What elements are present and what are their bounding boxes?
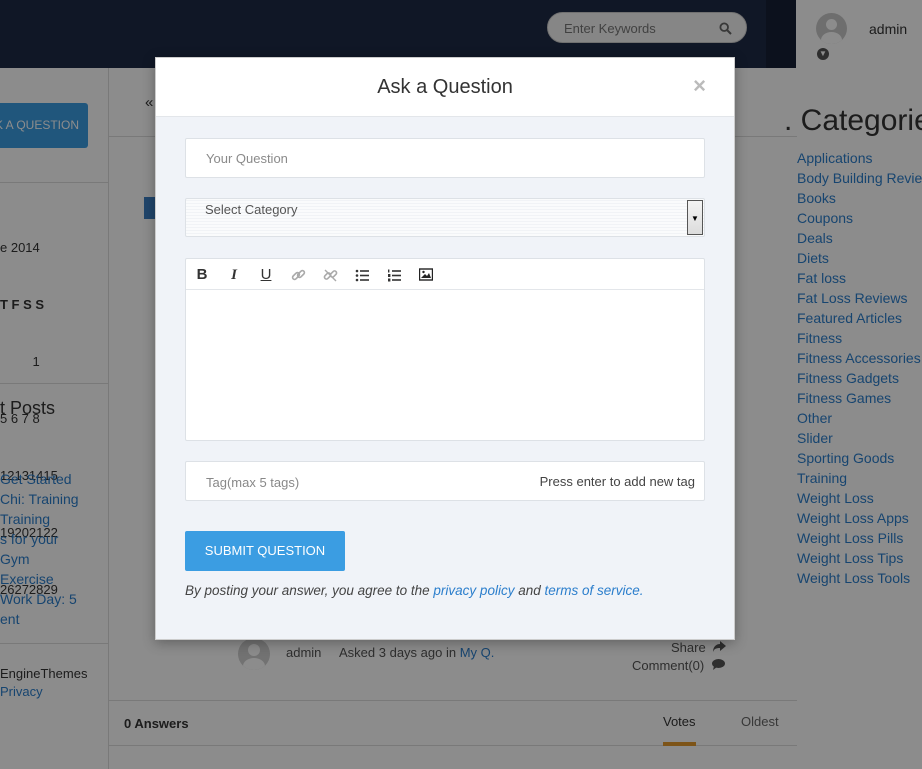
editor-toolbar: B I U [186,259,704,290]
category-select-value: Select Category [205,202,298,217]
category-select[interactable]: Select Category ▼ [185,198,705,237]
submit-question-button[interactable]: SUBMIT QUESTION [185,531,345,571]
question-input[interactable] [185,138,705,178]
ask-question-modal: Ask a Question × Select Category ▼ B I U [155,57,735,640]
modal-title: Ask a Question [377,76,513,98]
terms-prefix: By posting your answer, you agree to the [185,583,430,598]
image-icon[interactable] [416,265,436,285]
rich-text-editor: B I U [185,258,705,441]
unlink-icon[interactable] [320,265,340,285]
terms-and: and [518,583,541,598]
editor-content-area[interactable] [186,291,704,440]
numbered-list-icon[interactable] [384,265,404,285]
chevron-down-icon[interactable]: ▼ [687,200,703,235]
bold-icon[interactable]: B [192,265,212,285]
bullet-list-icon[interactable] [352,265,372,285]
tag-input[interactable]: Tag(max 5 tags) Press enter to add new t… [185,461,705,501]
italic-icon[interactable]: I [224,265,244,285]
tag-hint: Press enter to add new tag [539,474,695,489]
privacy-policy-link[interactable]: privacy policy [433,583,514,598]
modal-header: Ask a Question × [156,58,734,117]
terms-notice: By posting your answer, you agree to the… [185,583,644,598]
tag-placeholder: Tag(max 5 tags) [206,475,300,490]
underline-icon[interactable]: U [256,265,276,285]
terms-of-service-link[interactable]: terms of service. [545,583,644,598]
close-icon[interactable]: × [693,73,706,99]
link-icon[interactable] [288,265,308,285]
